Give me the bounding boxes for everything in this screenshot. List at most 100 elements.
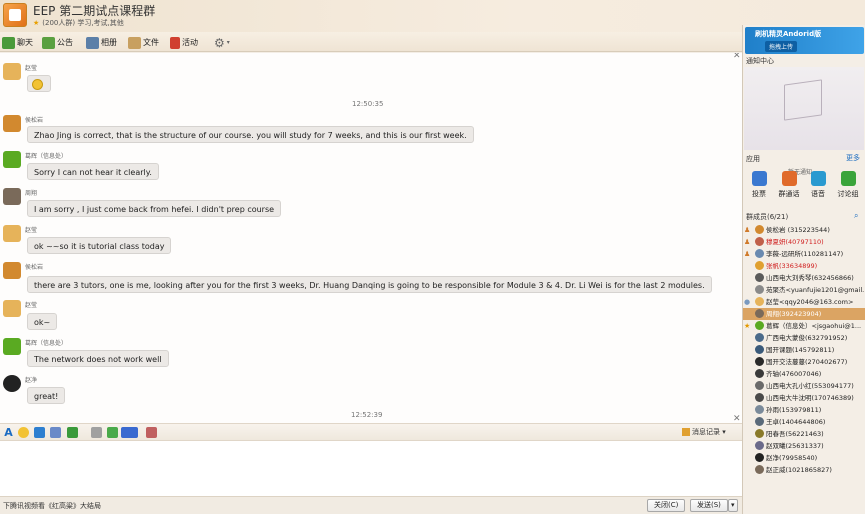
member-avatar	[755, 273, 764, 282]
group-avatar[interactable]	[3, 3, 27, 27]
member-item[interactable]: 赵净(79958540)	[743, 452, 865, 464]
member-name: 赵双曦(25631337)	[766, 442, 824, 450]
chevron-down-icon: ▾	[226, 39, 230, 46]
ad-upload-button[interactable]: 拖拽上传	[765, 41, 798, 52]
member-avatar	[755, 309, 764, 318]
member-avatar	[755, 357, 764, 366]
member-name: 苑聚杰<yuanfujie1201@gmail...	[766, 286, 864, 294]
member-item[interactable]: ♟ 侯松岩 (315223544)	[743, 224, 865, 236]
image-icon[interactable]	[67, 427, 78, 438]
avatar[interactable]	[3, 338, 21, 355]
member-name: 赵正威(1021865827)	[766, 466, 832, 474]
avatar[interactable]	[3, 63, 21, 80]
shake-icon[interactable]	[34, 427, 45, 438]
member-item[interactable]: 国开课题(145792811)	[743, 344, 865, 356]
avatar[interactable]	[3, 151, 21, 168]
send-button[interactable]: 发送(S)	[690, 499, 728, 512]
member-avatar	[755, 417, 764, 426]
group-toolbar: 聊天 公告 相册 文件 活动 ⚙ ▾	[0, 32, 742, 52]
tab-files[interactable]: 文件	[128, 35, 159, 50]
member-name: 山西电大牛沈明(170746389)	[766, 394, 854, 402]
member-name: 王卓(1404644806)	[766, 418, 826, 426]
more-apps-link[interactable]: 更多	[846, 153, 860, 163]
member-item[interactable]: 周翔(392423904)	[743, 308, 865, 320]
gift-icon[interactable]	[107, 427, 118, 438]
member-item[interactable]: 国开交法蔓蔓(270402677)	[743, 356, 865, 368]
sender-name: 周翔	[25, 190, 38, 197]
member-list[interactable]: ♟ 侯松岩 (315223544) ♟ 穆夏妍(40797110) ♟ 李薇-远研所(11…	[743, 224, 865, 514]
member-item[interactable]: 广西电大蒙俊(632791952)	[743, 332, 865, 344]
app-group-call[interactable]: 群通话	[775, 171, 803, 203]
member-item[interactable]: 孙雨(153979811)	[743, 404, 865, 416]
send-options-button[interactable]: ▾	[728, 499, 738, 512]
voice-msg-icon[interactable]	[50, 427, 61, 438]
right-panel: 刷机精灵Andorid版 拖拽上传 通知中心 暂无通知 应用 更多 投票 群通话…	[742, 25, 865, 514]
avatar[interactable]	[3, 188, 21, 205]
avatar[interactable]	[3, 115, 21, 132]
member-name: 孙雨(153979811)	[766, 406, 822, 414]
font-icon[interactable]: A	[3, 426, 14, 439]
member-avatar	[755, 441, 764, 450]
message-bubble: there are 3 tutors, one is me, looking a…	[27, 276, 712, 293]
close-icon[interactable]: ✕	[733, 53, 741, 61]
more-icon[interactable]	[146, 427, 157, 438]
member-item[interactable]: ● 赵莹<qqy2046@163.com>	[743, 296, 865, 308]
member-name: 山西电大孔小红(553094177)	[766, 382, 854, 390]
member-name: 齐轴(476007046)	[766, 370, 822, 378]
screenshot-icon[interactable]	[121, 427, 138, 438]
avatar[interactable]	[3, 375, 21, 392]
member-item[interactable]: 阳春吾(56221463)	[743, 428, 865, 440]
tab-announcement[interactable]: 公告	[42, 35, 73, 50]
message-bubble: Zhao Jing is correct, that is the struct…	[27, 126, 474, 143]
clipboard-icon[interactable]	[91, 427, 102, 438]
member-avatar	[755, 321, 764, 330]
member-item[interactable]: ♟ 李薇-远研所(110281147)	[743, 248, 865, 260]
emoji-icon[interactable]	[18, 427, 29, 438]
app-discussion[interactable]: 讨论组	[834, 171, 862, 203]
sender-name: 赵莹	[25, 302, 38, 309]
timestamp: 12:52:39	[351, 411, 383, 419]
chat-history[interactable]: ✕ 赵莹 12:50:35 侯松岩 Zhao Jing is correct, …	[0, 53, 742, 423]
sender-name: 赵莹	[25, 227, 38, 234]
member-item[interactable]: 山西电大刘秀琴(632456866)	[743, 272, 865, 284]
discussion-icon	[841, 171, 856, 186]
collapse-icon[interactable]: ✕	[733, 414, 741, 423]
member-item[interactable]: ★ 葛辉（信息处）<jsgaohui@1...	[743, 320, 865, 332]
member-item[interactable]: 张帆(33634899)	[743, 260, 865, 272]
app-voice[interactable]: 语音	[804, 171, 832, 203]
member-item[interactable]: 苑聚杰<yuanfujie1201@gmail...	[743, 284, 865, 296]
apps-title: 应用	[746, 155, 760, 163]
member-name: 赵莹<qqy2046@163.com>	[766, 298, 854, 306]
member-avatar	[755, 381, 764, 390]
message-bubble: ok~	[27, 313, 58, 330]
tab-activity[interactable]: 活动	[170, 35, 198, 50]
member-item[interactable]: 赵双曦(25631337)	[743, 440, 865, 452]
group-description: (200人群) 学习,考试,其他	[42, 19, 124, 27]
member-item[interactable]: 山西电大孔小红(553094177)	[743, 380, 865, 392]
member-item[interactable]: 赵正威(1021865827)	[743, 464, 865, 476]
chat-icon	[2, 36, 15, 49]
member-item[interactable]: ♟ 穆夏妍(40797110)	[743, 236, 865, 248]
tab-chat[interactable]: 聊天	[2, 35, 33, 50]
search-icon[interactable]: ⌕	[854, 211, 858, 221]
member-item[interactable]: 山西电大牛沈明(170746389)	[743, 392, 865, 404]
avatar[interactable]	[3, 300, 21, 317]
app-vote[interactable]: 投票	[745, 171, 773, 203]
empty-box-icon	[784, 79, 822, 121]
member-avatar	[755, 333, 764, 342]
message-history-button[interactable]: 消息记录 ▾	[682, 427, 726, 437]
avatar[interactable]	[3, 225, 21, 242]
member-avatar	[755, 405, 764, 414]
message-bubble: Sorry I can not hear it clearly.	[27, 163, 159, 180]
ad-banner[interactable]: 刷机精灵Andorid版 拖拽上传	[745, 27, 864, 54]
member-item[interactable]: 齐轴(476007046)	[743, 368, 865, 380]
member-avatar	[755, 225, 764, 234]
message-input[interactable]	[0, 441, 742, 496]
tab-album[interactable]: 相册	[86, 35, 117, 50]
avatar[interactable]	[3, 262, 21, 279]
settings-button[interactable]: ⚙ ▾	[214, 35, 230, 50]
news-ticker[interactable]: 下腾讯视频看《红高粱》大结局	[3, 501, 101, 511]
close-button[interactable]: 关闭(C)	[647, 499, 686, 512]
message-bubble: I am sorry , I just come back from hefei…	[27, 200, 282, 217]
member-item[interactable]: 王卓(1404644806)	[743, 416, 865, 428]
